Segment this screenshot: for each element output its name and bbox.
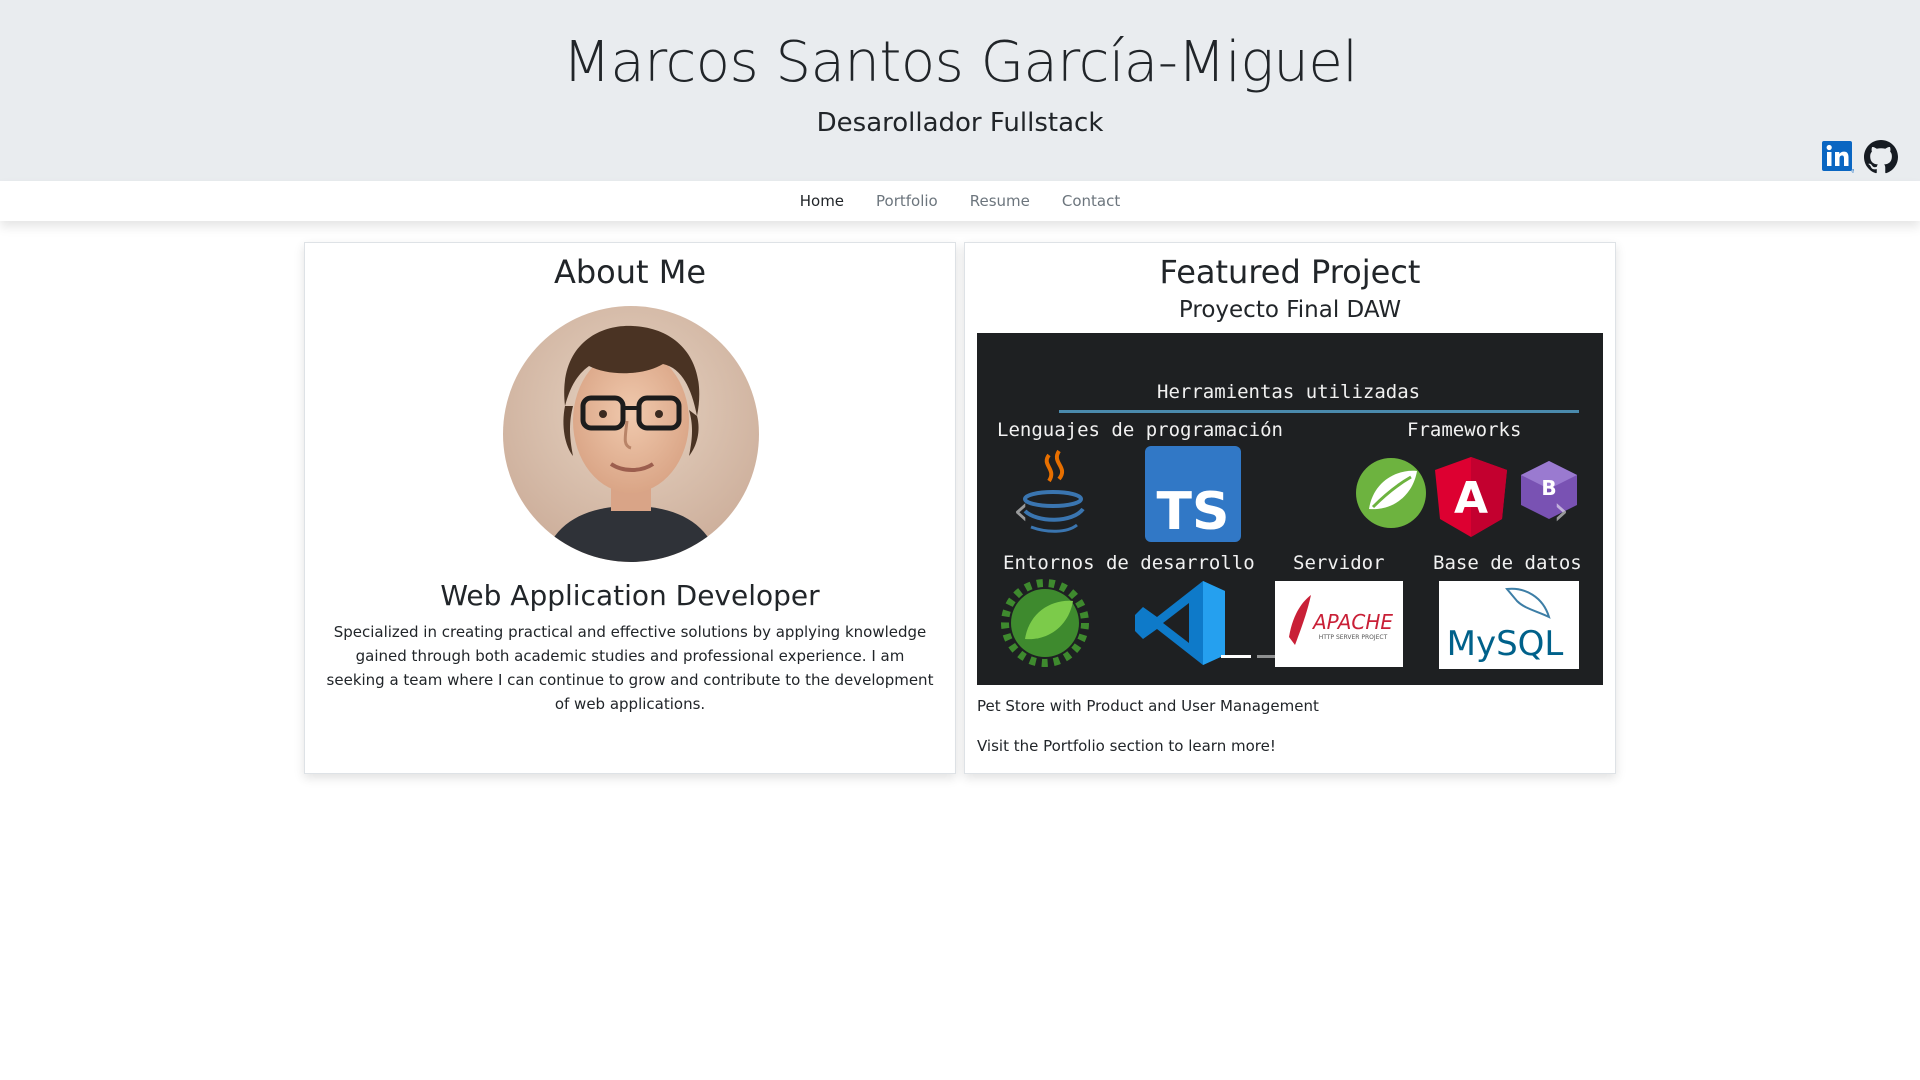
project-description: Pet Store with Product and User Manageme… bbox=[977, 697, 1319, 715]
featured-card: Featured Project Proyecto Final DAW Herr… bbox=[964, 242, 1616, 774]
carousel-indicator-1[interactable] bbox=[1221, 655, 1251, 658]
carousel-prev-icon[interactable]: ‹ bbox=[1013, 488, 1029, 534]
about-description: Specialized in creating practical and ef… bbox=[326, 623, 934, 713]
carousel-next-icon[interactable]: › bbox=[1553, 488, 1569, 534]
nav-portfolio[interactable]: Portfolio bbox=[876, 192, 938, 210]
mysql-label: MySQL bbox=[1447, 624, 1564, 664]
project-name: Proyecto Final DAW bbox=[1178, 297, 1402, 323]
featured-title: Featured Project bbox=[1159, 253, 1421, 291]
avatar bbox=[503, 306, 759, 562]
carousel-indicator-2[interactable] bbox=[1257, 655, 1287, 658]
apache-sublabel: HTTP SERVER PROJECT bbox=[1319, 634, 1388, 641]
typescript-icon: TS bbox=[1145, 446, 1241, 542]
angular-label: A bbox=[1454, 473, 1488, 524]
social-links: ® bbox=[1822, 139, 1898, 179]
about-subtitle: Web Application Developer bbox=[440, 579, 820, 612]
about-title: About Me bbox=[553, 253, 707, 291]
spring-icon bbox=[1356, 458, 1426, 528]
typescript-label: TS bbox=[1157, 482, 1230, 542]
main-nav: Home Portfolio Resume Contact bbox=[0, 181, 1920, 221]
spring-tools-icon bbox=[1001, 579, 1089, 667]
about-card: About Me Web Application Developer Speci… bbox=[304, 242, 956, 774]
mysql-icon: MySQL bbox=[1439, 581, 1579, 669]
vscode-icon bbox=[1135, 581, 1243, 665]
project-carousel[interactable]: Herramientas utilizadas Lenguajes de pro… bbox=[977, 333, 1603, 685]
angular-icon: A bbox=[1435, 457, 1507, 537]
java-icon bbox=[1023, 449, 1085, 533]
linkedin-icon[interactable]: ® bbox=[1822, 139, 1856, 179]
nav-resume[interactable]: Resume bbox=[970, 192, 1030, 210]
page-subtitle: Desarollador Fullstack bbox=[816, 108, 1104, 138]
apache-label: APACHE bbox=[1311, 610, 1393, 634]
page-title: Marcos Santos García-Miguel bbox=[562, 30, 1358, 95]
project-cta: Visit the Portfolio section to learn mor… bbox=[977, 737, 1276, 755]
nav-contact[interactable]: Contact bbox=[1062, 192, 1120, 210]
nav-home[interactable]: Home bbox=[800, 192, 844, 210]
svg-text:®: ® bbox=[1851, 168, 1854, 174]
apache-icon: APACHE HTTP SERVER PROJECT bbox=[1275, 581, 1403, 667]
page-header: Marcos Santos García-Miguel Desarollador… bbox=[0, 0, 1920, 181]
github-icon[interactable] bbox=[1864, 139, 1898, 179]
slide-icons: TS A B APACHE HTTP SERVER PROJECT MySQL bbox=[1001, 446, 1579, 669]
